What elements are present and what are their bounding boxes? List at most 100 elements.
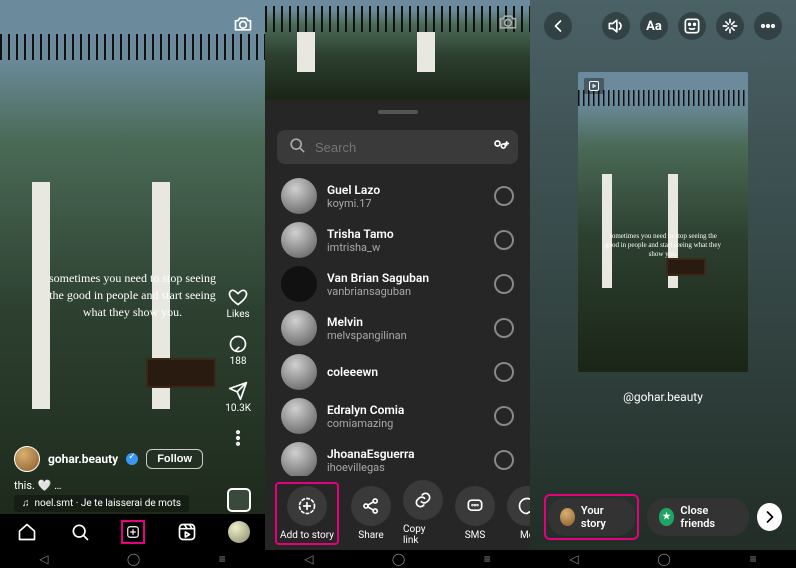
list-item[interactable]: Guel Lazokoymi.17 xyxy=(265,174,530,218)
recipient-username: melvspangilinan xyxy=(327,329,484,342)
recipient-name: Trisha Tamo xyxy=(327,227,484,241)
recipient-username: ihoevillegas xyxy=(327,461,484,474)
select-radio[interactable] xyxy=(494,406,514,426)
close-friends-button[interactable]: Close friends xyxy=(647,498,750,536)
messenger-button[interactable]: Me xyxy=(507,486,530,541)
reel-author-row[interactable]: gohar.beauty Follow xyxy=(14,446,203,472)
comment-count: 188 xyxy=(230,356,247,367)
select-radio[interactable] xyxy=(494,362,514,382)
copy-link-button[interactable]: Copy link xyxy=(403,480,443,546)
share-target-row: Your story Close friends xyxy=(544,494,782,540)
system-nav: ◁◯≡ xyxy=(0,550,265,568)
recipient-list: Guel Lazokoymi.17 Trisha Tamoimtrisha_w … xyxy=(265,174,530,476)
your-story-button[interactable]: Your story xyxy=(548,498,635,536)
bottom-nav xyxy=(0,514,265,550)
author-username[interactable]: gohar.beauty xyxy=(48,452,118,466)
reel-caption[interactable]: this. 🤍 … xyxy=(14,479,61,492)
list-item[interactable]: Melvinmelvspangilinan xyxy=(265,306,530,350)
action-label: Share xyxy=(358,530,383,541)
recipient-name: Edralyn Comia xyxy=(327,403,484,417)
follow-button[interactable]: Follow xyxy=(146,449,203,469)
author-avatar[interactable] xyxy=(14,446,40,472)
select-radio[interactable] xyxy=(494,230,514,250)
share-button[interactable]: 10.3K xyxy=(225,381,251,414)
action-label: Add to story xyxy=(280,530,334,541)
sticker-tool-icon[interactable] xyxy=(678,12,706,40)
recipient-username: comiamazing xyxy=(327,417,484,430)
avatar xyxy=(281,266,317,302)
camera-icon[interactable] xyxy=(498,12,518,36)
share-sheet: Guel Lazokoymi.17 Trisha Tamoimtrisha_w … xyxy=(265,0,530,568)
story-canvas[interactable]: sometimes you need to stop seeing the go… xyxy=(578,72,748,372)
search-icon[interactable] xyxy=(68,520,92,544)
sms-button[interactable]: SMS xyxy=(455,486,495,541)
reels-icon[interactable] xyxy=(175,520,199,544)
reel-badge-icon xyxy=(584,78,604,94)
like-button[interactable]: Likes xyxy=(226,287,249,320)
recipient-name: JhoanaEsguerra xyxy=(327,447,484,461)
audio-toggle-icon[interactable] xyxy=(602,12,630,40)
recipient-name: Van Brian Saguban xyxy=(327,271,484,285)
list-item[interactable]: Edralyn Comiacomiamazing xyxy=(265,394,530,438)
home-icon[interactable] xyxy=(15,520,39,544)
action-label: Copy link xyxy=(403,524,443,546)
reel-quote-text: sometimes you need to stop seeing the go… xyxy=(48,270,218,320)
list-item[interactable]: JhoanaEsguerraihoevillegas xyxy=(265,438,530,476)
reel-viewer: sometimes you need to stop seeing the go… xyxy=(0,0,265,568)
verified-badge-icon xyxy=(126,453,138,465)
star-icon xyxy=(659,508,675,526)
list-item[interactable]: Van Brian Sagubanvanbriansaguban xyxy=(265,262,530,306)
next-button[interactable] xyxy=(757,503,782,531)
select-radio[interactable] xyxy=(494,318,514,338)
avatar xyxy=(281,354,317,390)
recipient-username: koymi.17 xyxy=(327,197,484,210)
audio-title: noel.smt · Je te laisserai de mots xyxy=(35,498,182,509)
share-external-button[interactable]: Share xyxy=(351,486,391,541)
avatar xyxy=(281,442,317,476)
likes-label: Likes xyxy=(226,309,249,320)
recipient-name: coleeewn xyxy=(327,365,484,379)
add-to-story-button[interactable]: Add to story xyxy=(279,486,335,541)
sheet-drag-handle[interactable] xyxy=(378,110,418,114)
reel-audio-pill[interactable]: ♫ noel.smt · Je te laisserai de mots xyxy=(14,495,189,512)
add-people-icon[interactable] xyxy=(490,136,510,160)
reel-audio-thumbnail[interactable] xyxy=(227,488,251,512)
recipient-username: vanbriansaguban xyxy=(327,285,484,298)
chip-label: Your story xyxy=(581,504,623,530)
text-tool-icon[interactable]: Aa xyxy=(640,12,668,40)
reel-action-rail: Likes 188 10.3K xyxy=(225,287,251,448)
embedded-reel-bg xyxy=(578,72,748,372)
reel-author-handle[interactable]: @gohar.beauty xyxy=(530,390,796,404)
your-avatar-icon xyxy=(560,508,575,526)
select-radio[interactable] xyxy=(494,450,514,470)
more-button[interactable] xyxy=(228,428,248,448)
share-count: 10.3K xyxy=(225,403,251,414)
select-radio[interactable] xyxy=(494,274,514,294)
recipient-username: imtrisha_w xyxy=(327,241,484,254)
select-radio[interactable] xyxy=(494,186,514,206)
create-icon[interactable] xyxy=(121,520,145,544)
music-note-icon: ♫ xyxy=(22,498,30,509)
back-button[interactable] xyxy=(544,12,572,40)
action-label: SMS xyxy=(465,530,486,541)
reel-background-dim xyxy=(265,0,530,100)
more-button[interactable] xyxy=(754,12,782,40)
avatar xyxy=(281,310,317,346)
effects-tool-icon[interactable] xyxy=(716,12,744,40)
profile-avatar[interactable] xyxy=(228,521,250,543)
recipient-name: Guel Lazo xyxy=(327,183,484,197)
avatar xyxy=(281,178,317,214)
camera-icon[interactable] xyxy=(233,14,253,38)
list-item[interactable]: Trisha Tamoimtrisha_w xyxy=(265,218,530,262)
system-nav: ◁◯≡ xyxy=(530,550,796,568)
search-input[interactable] xyxy=(315,140,508,155)
comment-button[interactable]: 188 xyxy=(228,334,248,367)
recipient-name: Melvin xyxy=(327,315,484,329)
list-item[interactable]: coleeewn xyxy=(265,350,530,394)
embedded-quote: sometimes you need to stop seeing the go… xyxy=(603,232,723,259)
share-action-row: Add to story Share Copy link SMS xyxy=(265,476,530,550)
search-row xyxy=(277,130,518,164)
avatar xyxy=(281,398,317,434)
search-icon xyxy=(287,135,307,159)
action-label: Me xyxy=(520,530,530,541)
